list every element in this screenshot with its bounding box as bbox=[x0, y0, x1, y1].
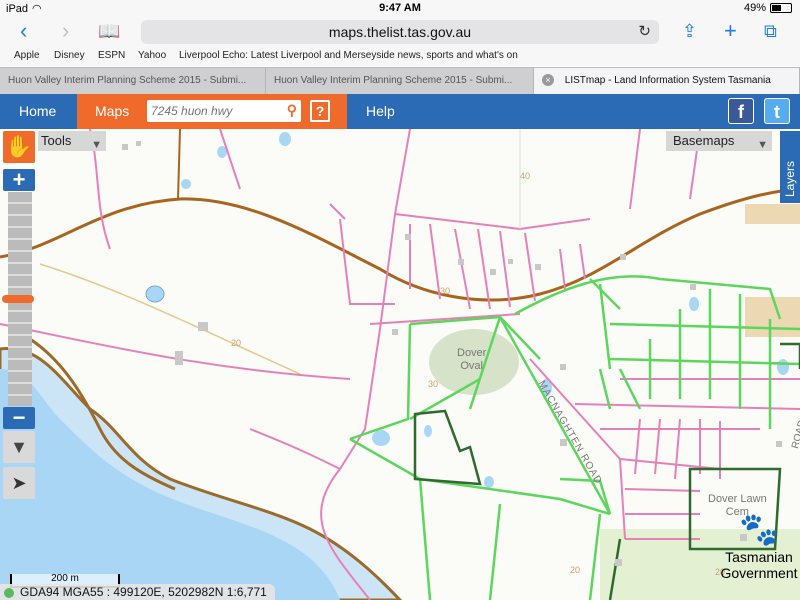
oval-label: Dover Oval bbox=[457, 347, 487, 372]
contour-label: 30 bbox=[440, 286, 450, 296]
tabs-overview-icon[interactable]: ⧉ bbox=[764, 18, 777, 44]
chevron-down-icon: ▼ bbox=[757, 139, 768, 151]
pond bbox=[145, 285, 165, 303]
bookmark-item[interactable]: Liverpool Echo: Latest Liverpool and Mer… bbox=[179, 50, 518, 61]
help-button[interactable]: ? bbox=[310, 100, 330, 122]
pond bbox=[424, 425, 432, 437]
tasmanian-devil-crest-icon: 🐾 bbox=[739, 511, 779, 547]
nav-help[interactable]: Help bbox=[366, 94, 395, 129]
battery-icon bbox=[770, 3, 792, 13]
coords-text: GDA94 MGA55 : 499120E, 5202982N 1:6,771 bbox=[20, 585, 267, 599]
bookmark-item[interactable]: Apple bbox=[14, 50, 40, 61]
search-input[interactable] bbox=[147, 100, 277, 122]
bookmark-item[interactable]: Disney bbox=[54, 50, 85, 61]
forward-icon[interactable]: › bbox=[62, 18, 69, 44]
pond bbox=[777, 359, 789, 375]
url-text: maps.thelist.tas.gov.au bbox=[328, 24, 472, 40]
bookmarks-book-icon[interactable]: 📖 bbox=[98, 18, 120, 44]
tab-listmap[interactable]: × LISTmap - Land Information System Tasm… bbox=[534, 68, 800, 94]
app-header: Home Maps ⚲ ? Help f t bbox=[0, 94, 800, 129]
layers-toggle[interactable]: Layers bbox=[780, 131, 800, 203]
pan-hand-icon[interactable]: ✋ bbox=[3, 131, 35, 163]
tasmanian-government-logo: 🐾 Tasmanian Government bbox=[718, 509, 800, 599]
contour-label: 40 bbox=[520, 171, 530, 181]
tools-dropdown[interactable]: Tools ▼ bbox=[38, 131, 106, 151]
coordinate-readout: GDA94 MGA55 : 499120E, 5202982N 1:6,771 bbox=[0, 584, 275, 600]
bookmark-item[interactable]: ESPN bbox=[98, 50, 125, 61]
twitter-icon[interactable]: t bbox=[764, 98, 790, 124]
contour-label: 20 bbox=[231, 338, 241, 348]
minor-road bbox=[177, 129, 181, 200]
nav-home[interactable]: Home bbox=[19, 94, 56, 129]
pond bbox=[181, 179, 191, 189]
status-bar: iPad ◠ 9:47 AM 49% bbox=[0, 0, 800, 16]
tab-planning-scheme-1[interactable]: Huon Valley Interim Planning Scheme 2015… bbox=[0, 68, 266, 94]
zone-tan bbox=[745, 204, 800, 224]
new-tab-icon[interactable]: + bbox=[724, 18, 737, 44]
close-tab-icon[interactable]: × bbox=[542, 74, 554, 87]
facebook-icon[interactable]: f bbox=[728, 98, 754, 124]
tools-label: Tools bbox=[41, 133, 72, 148]
bookmark-item[interactable]: Yahoo bbox=[138, 50, 166, 61]
browser-tabs: Huon Valley Interim Planning Scheme 2015… bbox=[0, 67, 800, 94]
gps-locate-icon[interactable]: ➤ bbox=[3, 467, 35, 499]
bookmarks-bar: Apple Disney ESPN Yahoo Liverpool Echo: … bbox=[0, 46, 800, 66]
browser-toolbar: ‹ › 📖 maps.thelist.tas.gov.au ↻ ⇪ + ⧉ bbox=[0, 16, 800, 46]
pond bbox=[484, 476, 494, 488]
basemaps-dropdown[interactable]: Basemaps ▼ bbox=[666, 131, 772, 151]
battery-percent: 49% bbox=[743, 2, 766, 14]
zone-tan bbox=[745, 297, 800, 337]
map-canvas[interactable]: 40 30 20 30 20 20 Dover Oval MACNAGHTEN … bbox=[0, 129, 800, 600]
address-bar[interactable]: maps.thelist.tas.gov.au ↻ bbox=[141, 20, 659, 44]
zoom-in-button[interactable]: + bbox=[3, 169, 35, 191]
logo-line-1: Tasmanian bbox=[725, 549, 793, 565]
basemaps-label: Basemaps bbox=[673, 133, 735, 148]
search-icon[interactable]: ⚲ bbox=[287, 102, 297, 119]
tab-planning-scheme-2[interactable]: Huon Valley Interim Planning Scheme 2015… bbox=[266, 68, 534, 94]
pond bbox=[689, 297, 699, 311]
reload-icon[interactable]: ↻ bbox=[638, 20, 651, 44]
zoom-out-button[interactable]: − bbox=[3, 407, 35, 429]
main-road bbox=[0, 187, 800, 302]
back-icon[interactable]: ‹ bbox=[20, 18, 27, 44]
tasmania-extent-icon[interactable]: ▼ bbox=[3, 431, 35, 463]
tab-label: Huon Valley Interim Planning Scheme 2015… bbox=[8, 75, 247, 86]
logo-line-2: Government bbox=[720, 565, 798, 581]
map-drawing: 40 30 20 30 20 20 bbox=[0, 129, 800, 600]
pond bbox=[279, 132, 291, 146]
clock: 9:47 AM bbox=[379, 2, 421, 14]
share-icon[interactable]: ⇪ bbox=[682, 18, 697, 44]
contour-label: 30 bbox=[428, 379, 438, 389]
search-box: ⚲ bbox=[147, 100, 301, 122]
zoom-slider-handle[interactable] bbox=[2, 295, 34, 303]
pond bbox=[372, 430, 390, 446]
tab-label: Huon Valley Interim Planning Scheme 2015… bbox=[274, 75, 513, 86]
nav-maps-label: Maps bbox=[95, 103, 130, 119]
tab-label: LISTmap - Land Information System Tasman… bbox=[564, 75, 771, 86]
status-dot-icon bbox=[4, 587, 14, 598]
chevron-down-icon: ▼ bbox=[91, 139, 102, 151]
layers-label: Layers bbox=[783, 160, 797, 197]
contour-label: 20 bbox=[570, 565, 580, 575]
